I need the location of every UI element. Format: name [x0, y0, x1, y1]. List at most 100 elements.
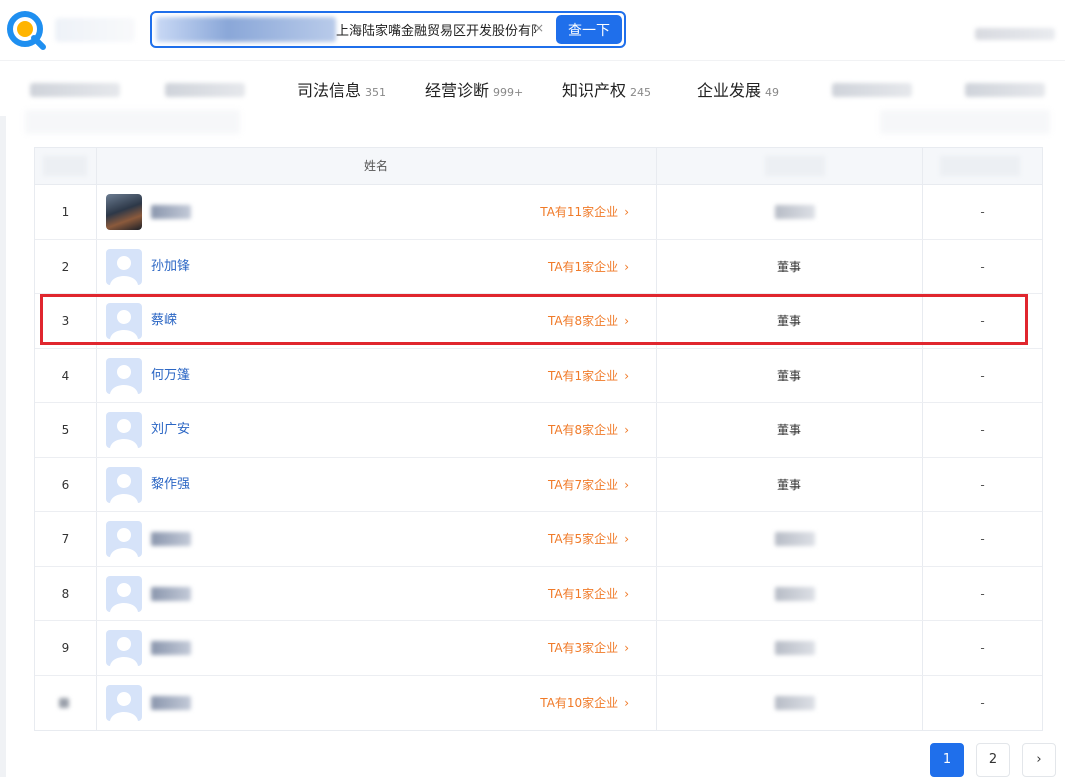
company-count-link[interactable]: TA有5家企业 ›	[548, 512, 629, 566]
row-index: 5	[61, 423, 70, 437]
app-logo-icon[interactable]	[6, 10, 46, 50]
extra-cell: -	[980, 532, 985, 546]
row-index: 3	[61, 314, 70, 328]
chevron-right-icon: ›	[624, 477, 629, 492]
role-cell: 董事	[776, 314, 801, 328]
blurred-name	[151, 695, 191, 710]
blurred-search-prefix	[156, 17, 336, 42]
page-2-button[interactable]: 2	[976, 743, 1010, 777]
role-cell: 董事	[776, 368, 801, 383]
person-name[interactable]: 刘广安	[151, 403, 190, 457]
blurred-name	[151, 586, 191, 601]
header-name: 姓名	[363, 159, 388, 173]
company-count-text: TA有3家企业	[547, 641, 619, 655]
extra-cell: -	[980, 423, 985, 437]
company-count-link[interactable]: TA有3家企业 ›	[548, 621, 629, 675]
page-1-button[interactable]: 1	[930, 743, 964, 777]
avatar[interactable]	[106, 521, 142, 557]
company-count-link[interactable]: TA有7家企业 ›	[548, 458, 629, 512]
table-row[interactable]: 8 TA有1家企业 › -	[35, 566, 1042, 621]
clear-icon[interactable]: ×	[534, 21, 544, 35]
avatar[interactable]	[106, 412, 142, 448]
blurred-role	[775, 205, 815, 219]
company-count-text: TA有8家企业	[547, 423, 619, 437]
extra-cell: -	[980, 259, 985, 274]
table-row[interactable]: 6 黎作强 TA有7家企业 › 董事 -	[35, 457, 1042, 512]
avatar[interactable]	[106, 194, 142, 230]
avatar[interactable]	[106, 466, 142, 503]
table-row[interactable]: 1 TA有11家企业 › -	[35, 185, 1042, 240]
blurred-role	[775, 641, 815, 655]
chevron-right-icon: ›	[624, 532, 629, 546]
table-row[interactable]: 2 孙加锋 TA有1家企业 › 董事 -	[35, 239, 1042, 294]
role-cell: 董事	[776, 259, 801, 274]
tab-label: 司法信息	[297, 81, 362, 100]
extra-cell: -	[980, 695, 985, 710]
company-count-link[interactable]: TA有1家企业 ›	[548, 567, 629, 621]
company-count-link[interactable]: TA有1家企业 ›	[548, 349, 629, 403]
blurred-name	[151, 205, 191, 219]
avatar[interactable]	[106, 575, 142, 612]
blurred-name	[151, 641, 191, 655]
company-count-text: TA有11家企业	[540, 205, 619, 219]
company-count-text: TA有8家企业	[547, 314, 619, 328]
avatar[interactable]	[106, 357, 142, 394]
row-index: 8	[61, 586, 70, 601]
blurred-role	[775, 695, 815, 710]
next-page-button[interactable]: ›	[1022, 743, 1056, 777]
extra-cell: -	[980, 314, 985, 328]
table-row[interactable]: 5 刘广安 TA有8家企业 › 董事 -	[35, 403, 1042, 458]
company-count-link[interactable]: TA有1家企业 ›	[548, 240, 629, 294]
chevron-right-icon: ›	[624, 586, 629, 601]
tab-blurred-1[interactable]	[30, 83, 120, 97]
table-body: 1 TA有11家企业 › - 2 孙加锋 TA有1家企业 › 董事 - 3 蔡嵘 TA有8家企业 › 董事 -…	[35, 185, 1042, 730]
row-index: 6	[61, 477, 70, 492]
table-row[interactable]: 7 TA有5家企业 › -	[35, 512, 1042, 567]
blurred-nav-area	[55, 18, 135, 42]
header-blur-extra	[940, 156, 1020, 176]
row-index: 9	[61, 641, 70, 655]
avatar[interactable]	[106, 630, 142, 666]
table-row[interactable]: 4 何万篷 TA有1家企业 › 董事 -	[35, 348, 1042, 403]
person-name[interactable]: 蔡嵘	[151, 294, 177, 348]
tab-blurred-4[interactable]	[965, 83, 1045, 97]
person-name[interactable]: 孙加锋	[151, 240, 190, 294]
company-count-link[interactable]: TA有8家企业 ›	[548, 294, 629, 348]
blurred-subbar-left	[25, 110, 240, 134]
person-name[interactable]: 何万篷	[151, 349, 190, 403]
table-header: 姓名	[35, 148, 1042, 185]
search-button[interactable]: 查一下	[556, 15, 622, 44]
person-name[interactable]: 黎作强	[151, 458, 190, 512]
avatar[interactable]	[106, 248, 142, 285]
extra-cell: -	[980, 641, 985, 655]
extra-cell: -	[980, 205, 985, 219]
tab-label: 经营诊断	[425, 81, 490, 100]
avatar[interactable]	[106, 684, 142, 721]
tab-label: 企业发展	[697, 81, 762, 100]
tab-legal[interactable]: 司法信息 351	[297, 77, 386, 101]
blurred-role	[775, 586, 815, 601]
table-row[interactable]: 3 蔡嵘 TA有8家企业 › 董事 -	[35, 294, 1042, 349]
company-count-link[interactable]: TA有11家企业 ›	[540, 185, 629, 239]
row-index: 7	[61, 532, 70, 546]
company-count-text: TA有1家企业	[547, 259, 619, 274]
blurred-user-area[interactable]	[975, 28, 1055, 40]
avatar[interactable]	[106, 303, 142, 339]
tab-operations[interactable]: 经营诊断 999+	[425, 77, 523, 101]
chevron-right-icon: ›	[624, 368, 629, 383]
table-row[interactable]: TA有10家企业 › -	[35, 675, 1042, 730]
company-count-link[interactable]: TA有8家企业 ›	[548, 403, 629, 457]
tab-blurred-3[interactable]	[832, 83, 912, 97]
company-count-link[interactable]: TA有10家企业 ›	[540, 676, 629, 730]
search-input[interactable]	[336, 13, 536, 46]
extra-cell: -	[980, 477, 985, 492]
left-edge-strip	[0, 60, 6, 777]
table-row[interactable]: 9 TA有3家企业 › -	[35, 621, 1042, 676]
blurred-index	[59, 697, 69, 708]
chevron-right-icon: ›	[624, 695, 629, 710]
tab-ip[interactable]: 知识产权 245	[562, 77, 651, 101]
chevron-right-icon: ›	[624, 205, 629, 219]
tab-development[interactable]: 企业发展 49	[697, 77, 779, 101]
tab-blurred-2[interactable]	[165, 83, 245, 97]
header-blur-role	[765, 156, 825, 176]
